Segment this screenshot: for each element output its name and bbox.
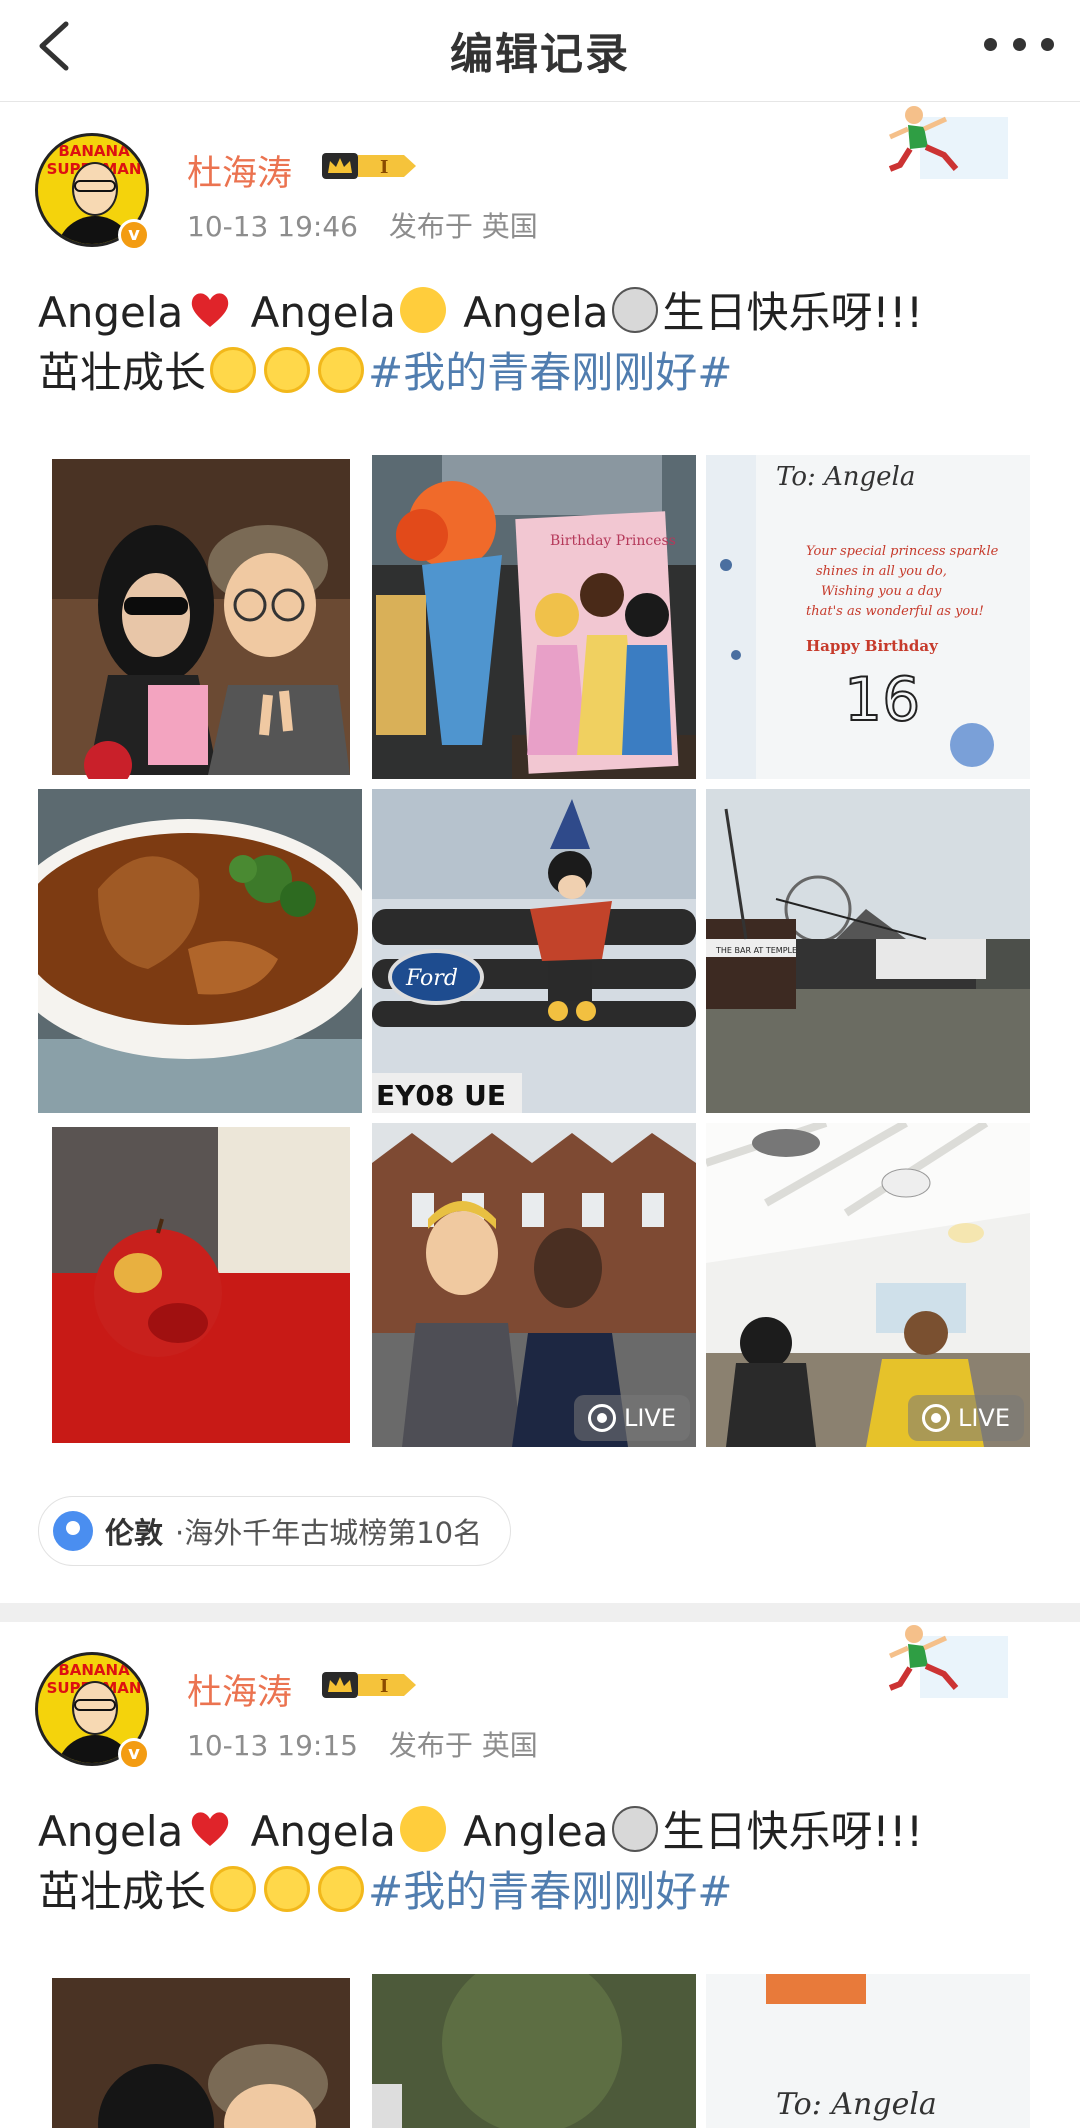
photo-food[interactable]	[38, 789, 362, 1113]
live-photo-badge[interactable]: LIVE	[907, 1395, 1024, 1441]
laughing-emoji	[399, 287, 446, 333]
top-nav-bar: 编辑记录	[0, 0, 1080, 102]
post-divider	[0, 1603, 1080, 1622]
photo-grid: To: Angela	[38, 1974, 1044, 2128]
post-location-text: 发布于 英国	[388, 1729, 538, 1762]
live-photo-icon	[921, 1404, 950, 1432]
svg-text:THE BAR AT TEMPLE: THE BAR AT TEMPLE	[715, 946, 797, 955]
page-title: 编辑记录	[450, 30, 630, 80]
svg-text:EY08 UE: EY08 UE	[376, 1079, 506, 1112]
svg-text:Ford: Ford	[405, 966, 458, 991]
photo-tree[interactable]	[372, 1974, 696, 2128]
photo-selfie[interactable]	[38, 1974, 362, 2128]
photo-two-men[interactable]: LIVE	[372, 1123, 696, 1447]
laughing-emoji	[399, 1806, 446, 1852]
sun-emoji	[264, 1866, 311, 1912]
svg-text:shines in all you do,: shines in all you do,	[816, 564, 947, 579]
location-city: 伦敦	[105, 1516, 164, 1550]
username[interactable]: 杜海涛	[187, 145, 292, 196]
post-time: 10-13 19:15	[187, 1729, 358, 1762]
crown-badge-icon[interactable]: I	[320, 1668, 420, 1702]
crown-badge-icon[interactable]: I	[320, 149, 420, 183]
post-time: 10-13 19:46	[187, 210, 358, 243]
photo-mickey-car[interactable]: Ford EY08 UE	[372, 789, 696, 1113]
more-dot	[1012, 37, 1026, 51]
verified-badge-icon: v	[118, 1738, 150, 1770]
more-dot	[984, 37, 997, 51]
post-card: BANANA SUPERMAN v 杜海涛 I 10-13 19:46 发布于 …	[0, 103, 1080, 1603]
post-text: Angela Angela Angela 生日快乐呀!!! 茁壮成长 #我的青春刚刚…	[38, 287, 923, 397]
photo-selfie[interactable]	[38, 455, 362, 779]
post-meta: 10-13 19:15 发布于 英国	[187, 1724, 538, 1764]
photo-classroom[interactable]: LIVE	[706, 1123, 1030, 1447]
hashtag-link[interactable]: #我的青春刚刚好#	[368, 348, 732, 397]
post-location-text: 发布于 英国	[388, 210, 538, 243]
post-meta: 10-13 19:46 发布于 英国	[187, 205, 538, 245]
svg-text:16: 16	[844, 665, 920, 735]
svg-text:I: I	[380, 157, 388, 178]
sun-emoji	[210, 1866, 257, 1912]
svg-text:Your special princess sparkle: Your special princess sparkle	[806, 544, 999, 559]
svg-text:To: Angela: To: Angela	[776, 462, 915, 492]
more-dot	[1041, 37, 1054, 51]
sun-emoji	[210, 347, 257, 393]
runner-decoration-icon	[880, 1622, 1010, 1702]
location-detail: ·海外千年古城榜第10名	[175, 1516, 483, 1550]
svg-text:Birthday Princess: Birthday Princess	[550, 533, 676, 549]
runner-decoration-icon	[880, 103, 1010, 183]
location-pin-icon	[53, 1511, 93, 1551]
sun-emoji	[318, 347, 365, 393]
sun-emoji	[264, 347, 311, 393]
username[interactable]: 杜海涛	[187, 1664, 292, 1715]
heart-emoji	[187, 287, 233, 333]
verified-badge-icon: v	[118, 219, 150, 251]
location-tag[interactable]: 伦敦 ·海外千年古城榜第10名	[38, 1496, 512, 1566]
hashtag-link[interactable]: #我的青春刚刚好#	[368, 1867, 732, 1916]
photo-card-message[interactable]: To: Angela	[706, 1974, 1030, 2128]
cat-emoji	[612, 1806, 659, 1852]
svg-text:I: I	[380, 1676, 388, 1697]
photo-card-message[interactable]: To: Angela Your special princess sparkle…	[706, 455, 1030, 779]
cat-emoji	[612, 287, 659, 333]
photo-birthday-card[interactable]: Birthday Princess	[372, 455, 696, 779]
svg-text:Wishing you a day: Wishing you a day	[821, 584, 942, 599]
photo-grid: Birthday Princess To: Angela Your specia…	[38, 455, 1044, 1447]
photo-thames[interactable]: THE BAR AT TEMPLE	[706, 789, 1030, 1113]
photo-apple[interactable]	[38, 1123, 362, 1447]
svg-text:that's as wonderful as you!: that's as wonderful as you!	[806, 604, 984, 619]
more-options-button[interactable]	[984, 24, 1054, 64]
post-text: Angela Angela Anglea 生日快乐呀!!! 茁壮成长 #我的青春刚刚…	[38, 1806, 923, 1916]
live-photo-badge[interactable]: LIVE	[573, 1395, 690, 1441]
sun-emoji	[318, 1866, 365, 1912]
svg-text:Happy Birthday: Happy Birthday	[806, 637, 939, 655]
heart-emoji	[187, 1806, 233, 1852]
live-photo-icon	[587, 1404, 616, 1432]
svg-text:To: Angela: To: Angela	[776, 2087, 937, 2122]
post-card: BANANA SUPERMAN v 杜海涛 I 10-13 19:15 发布于 …	[0, 1622, 1080, 2128]
